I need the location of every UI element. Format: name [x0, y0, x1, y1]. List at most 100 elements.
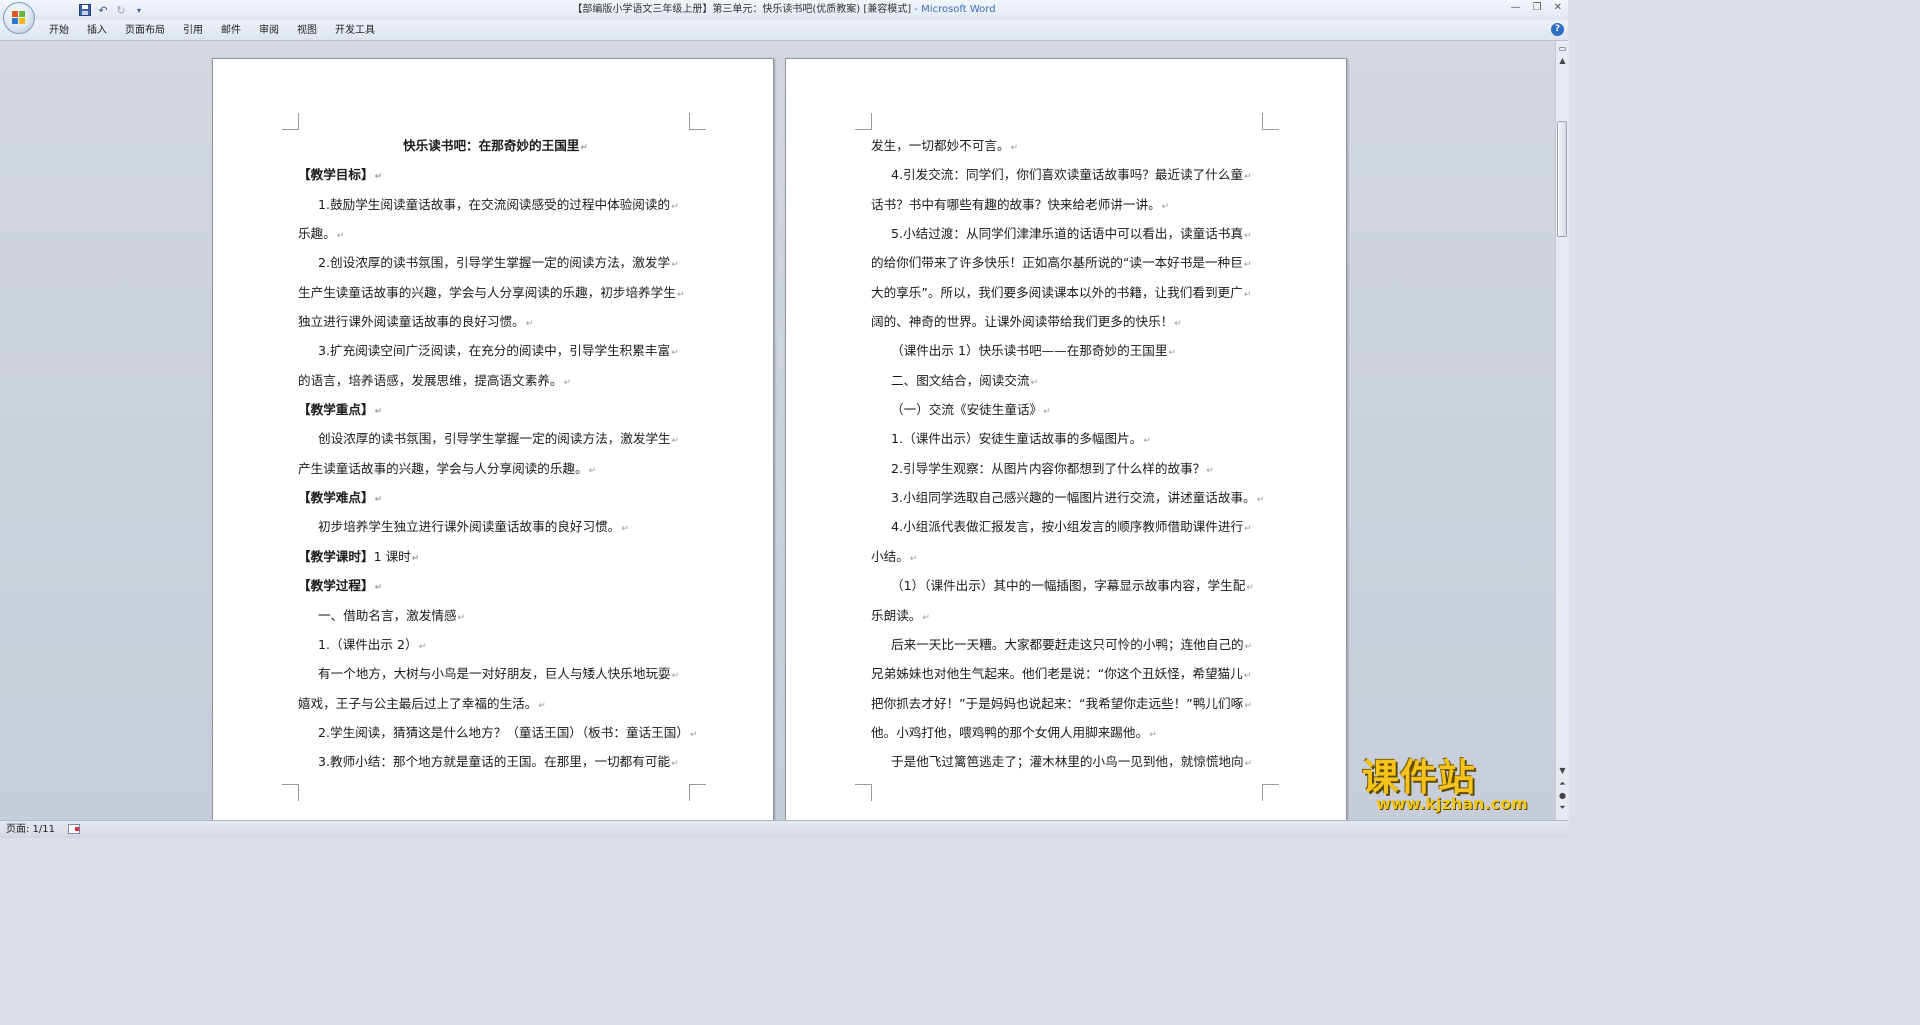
select-browse-object-icon[interactable]: ● [1557, 790, 1568, 801]
paragraph-mark-icon: ↵ [1143, 436, 1151, 447]
app-name: - Microsoft Word [914, 4, 996, 15]
watermark-url: www.kjzhan.com [1376, 794, 1528, 813]
line-text: 于是他飞过篱笆逃走了；灌木林里的小鸟一见到他，就惊慌地向 [891, 754, 1244, 770]
paragraph-mark-icon: ↵ [538, 700, 546, 711]
paragraph-mark-icon: ↵ [1244, 759, 1253, 770]
line-text: 二、图文结合，阅读交流 [891, 372, 1030, 388]
paragraph-line: 有一个地方，大树与小鸟是一对好朋友，巨人与矮人快乐地玩耍↵ [298, 659, 693, 688]
paragraph-line: 快乐读书吧：在那奇妙的王国里↵ [298, 131, 693, 160]
ribbon-tab[interactable]: 审阅 [250, 20, 288, 40]
paragraph-line: 2.创设浓厚的读书氛围，引导学生掌握一定的阅读方法，激发学↵ [298, 248, 693, 277]
line-text: 2.引导学生观察：从图片内容你都想到了什么样的故事？ [891, 460, 1206, 476]
line-text: 1.（课件出示）安徒生童话故事的多幅图片。 [891, 431, 1143, 447]
paragraph-mark-icon: ↵ [1043, 407, 1051, 418]
line-text: 3.扩充阅读空间广泛阅读，在充分的阅读中，引导学生积累丰富 [318, 343, 671, 359]
scrollbar-thumb[interactable] [1557, 121, 1567, 237]
document-workspace[interactable]: 快乐读书吧：在那奇妙的王国里↵ 【教学目标】 ↵ 1.鼓励学生阅读童话故事，在交流阅读… [0, 41, 1555, 830]
paragraph-mark-icon: ↵ [563, 377, 572, 388]
line-text: 创设浓厚的读书氛围，引导学生掌握一定的阅读方法，激发学生 [318, 431, 671, 447]
ribbon-tab[interactable]: 邮件 [212, 20, 250, 40]
line-text: 【教学课时】 [298, 548, 374, 564]
paragraph-line: 二、图文结合，阅读交流↵ [871, 366, 1266, 395]
ribbon-tab[interactable]: 引用 [174, 20, 212, 40]
document-page-1[interactable]: 快乐读书吧：在那奇妙的王国里↵ 【教学目标】↵ 1.鼓励学生阅读童话故事，在交流阅读… [212, 58, 774, 830]
paragraph-mark-icon: ↵ [1256, 495, 1265, 506]
paragraph-mark-icon: ↵ [1030, 377, 1039, 388]
window-title: 【部编版小学语文三年级上册】第三单元：快乐读书吧(优质教案) [兼容模式] - … [0, 0, 1568, 20]
ribbon-tab[interactable]: 插入 [78, 20, 116, 40]
paragraph-mark-icon: ↵ [411, 553, 420, 564]
paragraph-mark-icon: ↵ [374, 407, 383, 418]
paragraph-line: 大的享乐”。所以，我们要多阅读课本以外的书籍，让我们看到更广↵ [871, 278, 1266, 307]
ribbon-tab[interactable]: 页面布局 [116, 20, 174, 40]
paragraph-mark-icon: ↵ [671, 348, 679, 359]
ribbon-tab[interactable]: 开发工具 [326, 20, 384, 40]
maximize-icon[interactable]: ❐ [1533, 2, 1542, 13]
paragraph-mark-icon: ↵ [1010, 143, 1019, 153]
paragraph-line: 初步培养学生独立进行课外阅读童话故事的良好习惯。↵ [298, 512, 693, 541]
scroll-down-icon[interactable]: ▼ [1557, 765, 1568, 776]
paragraph-mark-icon: ↵ [525, 319, 534, 330]
line-text: 乐朗读。 [871, 607, 922, 623]
close-icon[interactable]: ✕ [1554, 2, 1562, 13]
paragraph-mark-icon: ↵ [418, 641, 427, 652]
scroll-up-icon[interactable]: ▲ [1557, 55, 1568, 66]
paragraph-line: 【教学重点】↵ [298, 395, 693, 424]
help-icon[interactable]: ? [1551, 23, 1564, 36]
ribbon-tab[interactable]: 开始 [40, 20, 78, 40]
status-bar: 页面: 1/11 [0, 820, 1568, 838]
vertical-scrollbar[interactable]: ▭ ▲ ▼ ⏶ ● ⏷ [1555, 41, 1569, 820]
paragraph-mark-icon: ↵ [374, 495, 383, 506]
paragraph-line: 的给你们带来了许多快乐！正如高尔基所说的“读一本好书是一种巨↵ [871, 248, 1266, 277]
office-button[interactable] [3, 2, 35, 34]
paragraph-mark-icon: ↵ [1244, 524, 1252, 535]
line-text: 【教学目标】 [298, 167, 374, 183]
previous-page-icon[interactable]: ⏶ [1557, 778, 1568, 789]
paragraph-line: 2.引导学生观察：从图片内容你都想到了什么样的故事？↵ [871, 454, 1266, 483]
proofing-icon[interactable] [68, 824, 80, 834]
minimize-icon[interactable]: — [1511, 2, 1521, 13]
line-text: 2.学生阅读，猜猜这是什么地方？（童话王国）（板书：童话王国） [318, 724, 689, 740]
paragraph-mark-icon: ↵ [336, 231, 345, 242]
paragraph-mark-icon: ↵ [580, 143, 588, 153]
paragraph-line: 3.教师小结：那个地方就是童话的王国。在那里，一切都有可能↵ [298, 747, 693, 776]
paragraph-mark-icon: ↵ [1243, 671, 1252, 682]
line-text: 把你抓去才好！”于是妈妈也说起来：“我希望你走远些！”鸭儿们啄 [871, 695, 1244, 711]
paragraph-line: 一、借助名言，激发情感↵ [298, 601, 693, 630]
line-text: 【教学难点】 [298, 490, 374, 506]
paragraph-line: 产生读童话故事的兴趣，学会与人分享阅读的乐趣。↵ [298, 454, 693, 483]
paragraph-mark-icon: ↵ [1244, 231, 1252, 242]
paragraph-line: （一）交流《安徒生童话》↵ [871, 395, 1266, 424]
line-text: 兄弟姊妹也对他生气起来。他们老是说：“你这个丑妖怪，希望猫儿 [871, 666, 1243, 682]
paragraph-mark-icon: ↵ [671, 260, 679, 271]
document-page-2[interactable]: 发生，一切都妙不可言。↵ 4.引发交流：同学们，你们喜欢读童话故事吗？最近读了什么… [785, 58, 1347, 830]
paragraph-mark-icon: ↵ [1243, 289, 1252, 300]
line-text: 产生读童话故事的兴趣，学会与人分享阅读的乐趣。 [298, 460, 588, 476]
paragraph-mark-icon: ↵ [671, 759, 679, 770]
page-2-body: 发生，一切都妙不可言。↵ 4.引发交流：同学们，你们喜欢读童话故事吗？最近读了什么… [871, 131, 1266, 777]
paragraph-mark-icon: ↵ [671, 201, 679, 212]
crop-mark [1262, 784, 1279, 801]
ribbon-tab[interactable]: 视图 [288, 20, 326, 40]
paragraph-mark-icon: ↵ [922, 612, 930, 623]
page-indicator[interactable]: 页面: 1/11 [6, 822, 55, 837]
line-text: 后来一天比一天糟。大家都要赶走这只可怜的小鸭；连他自己的 [891, 636, 1244, 652]
office-logo-icon [12, 11, 26, 25]
crop-mark [282, 113, 299, 130]
ruler-toggle-icon[interactable]: ▭ [1557, 43, 1568, 54]
paragraph-mark-icon: ↵ [676, 289, 685, 300]
paragraph-line: 的语言，培养语感，发展思维，提高语文素养。↵ [298, 366, 693, 395]
line-text: 初步培养学生独立进行课外阅读童话故事的良好习惯。 [318, 519, 621, 535]
paragraph-line: 4.小组派代表做汇报发言，按小组发言的顺序教师借助课件进行↵ [871, 512, 1266, 541]
window-controls: — ❐ ✕ [1511, 2, 1562, 13]
next-page-icon[interactable]: ⏷ [1557, 802, 1568, 813]
paragraph-line: 发生，一切都妙不可言。↵ [871, 131, 1266, 160]
paragraph-line: 话书？书中有哪些有趣的故事？快来给老师讲一讲。↵ [871, 190, 1266, 219]
ribbon-tabs: 开始 插入 页面布局 引用 邮件 审阅 视图 开发工具 [40, 20, 384, 40]
ribbon-tab-bar: 开始 插入 页面布局 引用 邮件 审阅 视图 开发工具 ? [0, 20, 1568, 41]
line-text: 阔的、神奇的世界。让课外阅读带给我们更多的快乐！ [871, 314, 1174, 330]
paragraph-line: 1.（课件出示）安徒生童话故事的多幅图片。↵ [871, 424, 1266, 453]
paragraph-line: （课件出示 1）快乐读书吧——在那奇妙的王国里↵ [871, 336, 1266, 365]
line-text: 1.鼓励学生阅读童话故事，在交流阅读感受的过程中体验阅读的 [318, 196, 671, 212]
paragraph-line: 1.鼓励学生阅读童话故事，在交流阅读感受的过程中体验阅读的↵ [298, 190, 693, 219]
